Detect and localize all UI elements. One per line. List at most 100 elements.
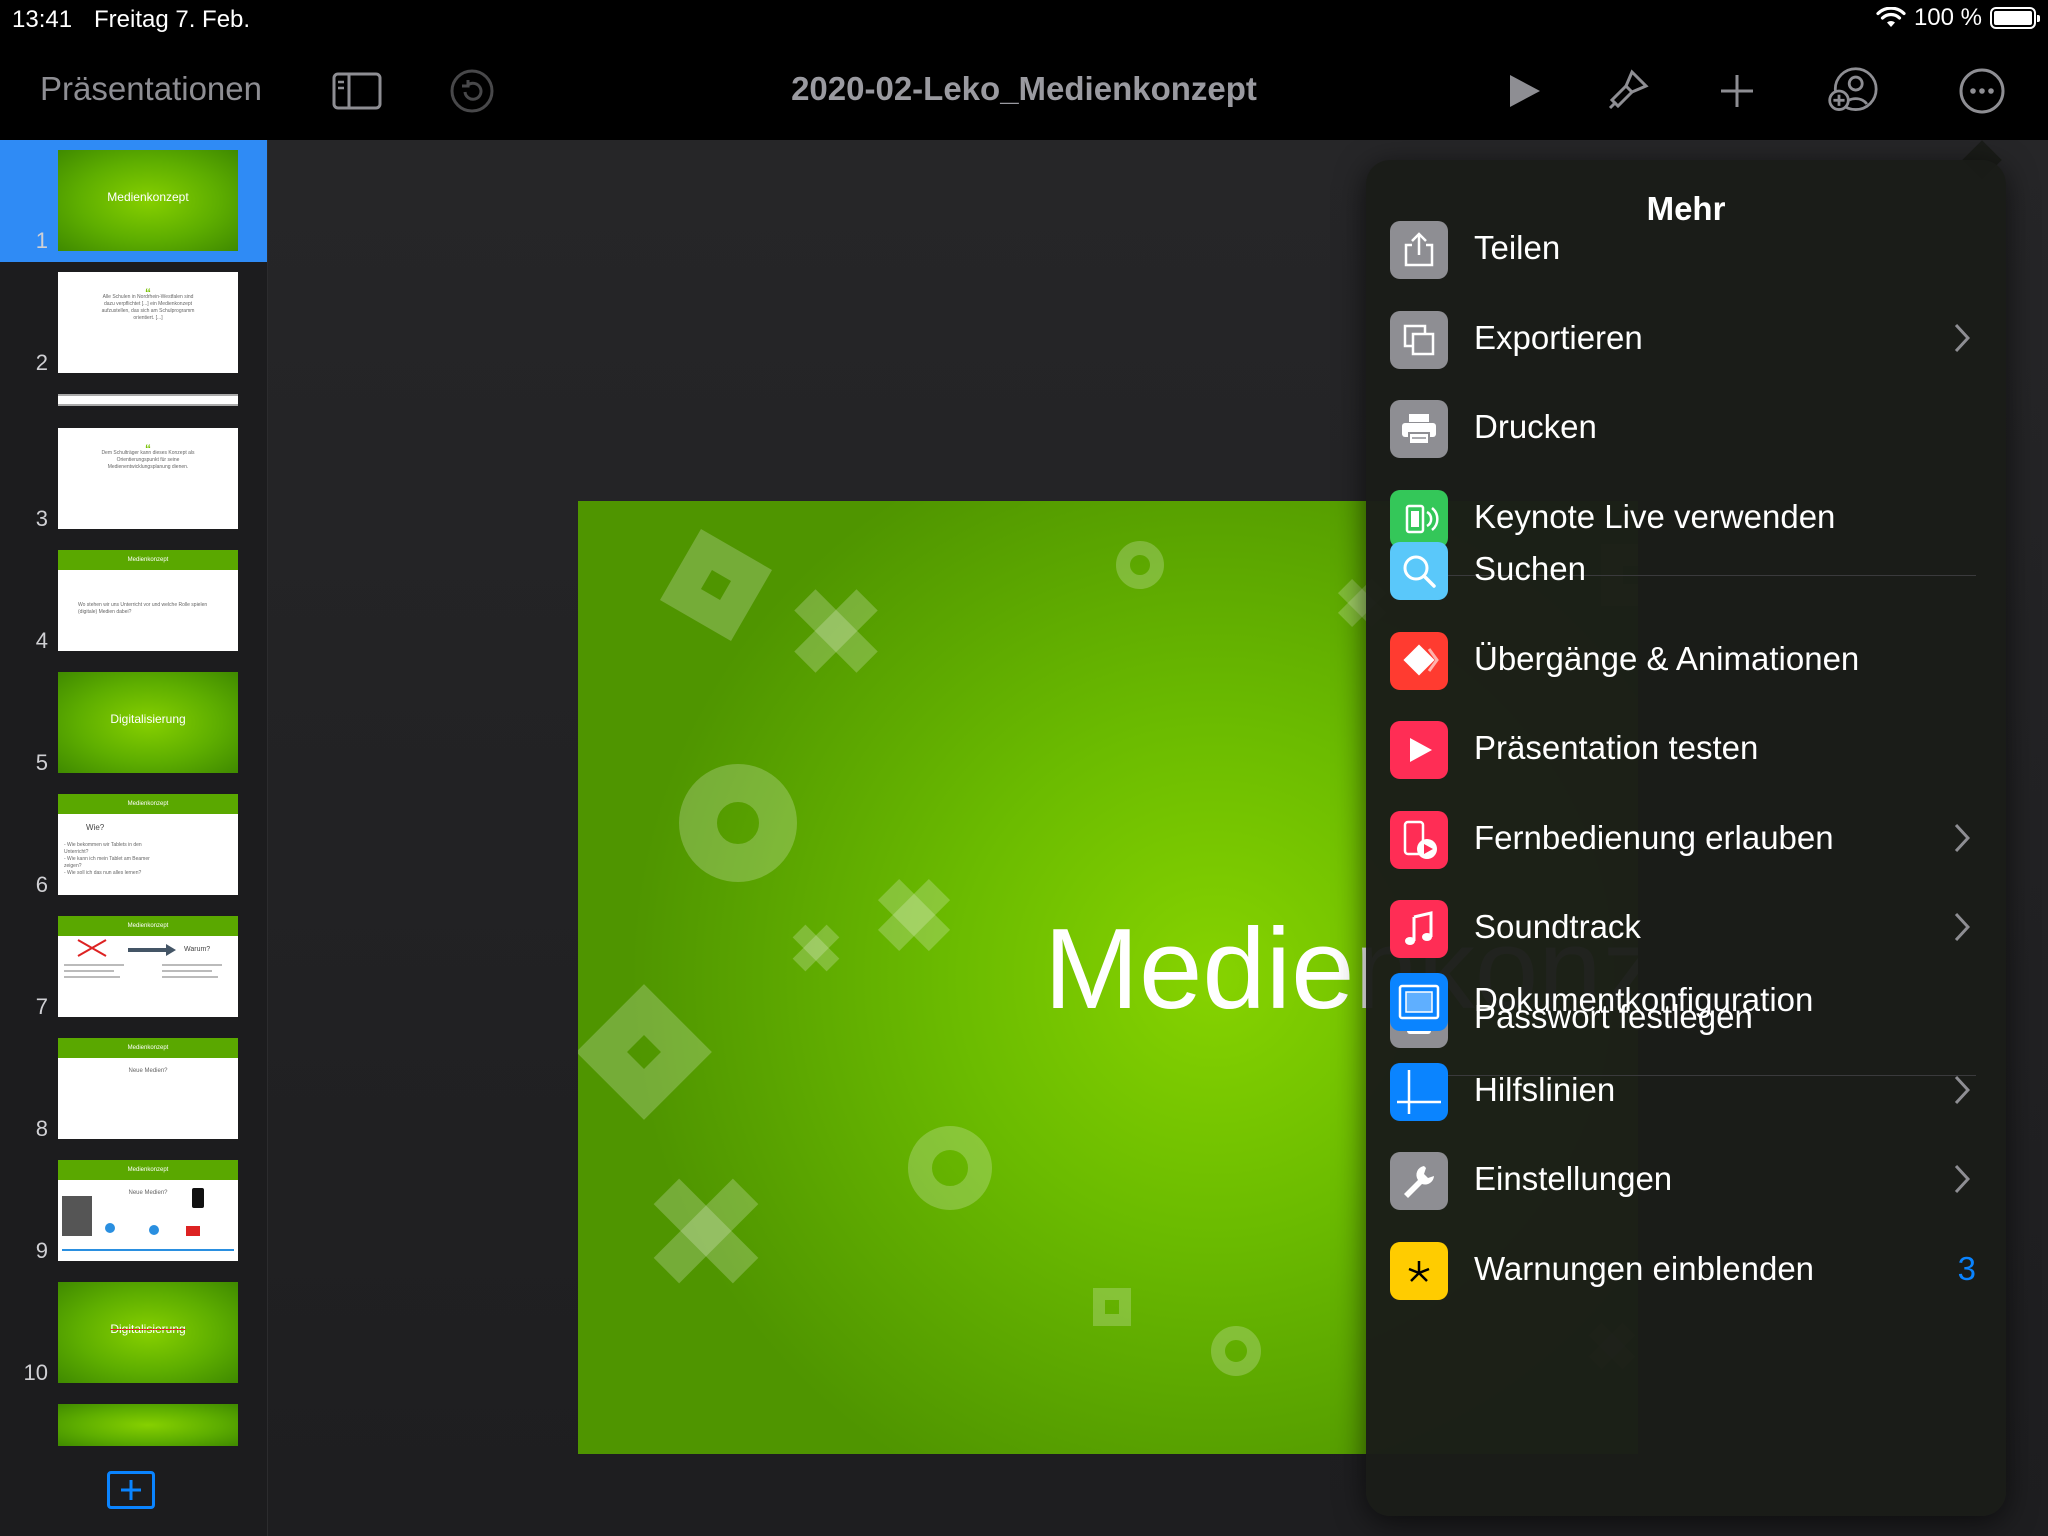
slide-number: 2	[35, 350, 48, 375]
slide-number: 10	[23, 1360, 48, 1385]
share-icon	[1390, 221, 1448, 279]
slide-thumbnail-row[interactable]: “ Dem Schulträger kann dieses Konzept al…	[0, 418, 267, 540]
thumbnail-band-title: Medienkonzept	[127, 801, 169, 807]
slide-thumbnail-row[interactable]: Medienkonzept Warum? 7	[0, 906, 267, 1028]
slide-thumbnail-row[interactable]: Medienkonzept Neue Medien? 8	[0, 1028, 267, 1150]
slide-thumbnail[interactable]: Medienkonzept Wo stehen wir uns Unterric…	[58, 550, 238, 651]
status-bar: 13:41 Freitag 7. Feb. 100 %	[0, 0, 2048, 40]
slide-thumbnail-row[interactable]: Digitalisierung 5	[0, 662, 267, 784]
slide-thumbnail[interactable]: “ Alle Schulen in Nordrhein-Westfalen si…	[58, 272, 238, 373]
thumbnail-header-band: Medienkonzept	[58, 550, 238, 570]
undo-icon[interactable]	[446, 65, 498, 117]
thumbnail-graphic	[64, 939, 222, 978]
thumbnail-text: - Wie bekommen wir Tablets in den Unterr…	[64, 842, 150, 876]
chevron-right-icon	[1954, 323, 1971, 353]
slide-number: 7	[35, 994, 48, 1019]
menu-item-label: Fernbedienung erlauben	[1474, 818, 1834, 856]
slide-thumbnail-partial[interactable]	[58, 1404, 238, 1446]
search-icon	[1390, 542, 1448, 600]
play-presentation-icon[interactable]	[1498, 65, 1550, 117]
slide-thumbnail[interactable]: Medienkonzept	[58, 150, 238, 251]
chevron-right-icon	[1954, 912, 1971, 942]
transitions-icon	[1390, 631, 1448, 690]
slide-number: 3	[35, 506, 48, 531]
add-icon[interactable]	[1711, 65, 1763, 117]
presentations-back-button[interactable]: Präsentationen	[40, 70, 262, 108]
menu-item-übergänge-animationen[interactable]: Übergänge & Animationen	[1366, 616, 2006, 704]
export-icon	[1390, 310, 1448, 369]
guides-icon	[1390, 1062, 1448, 1121]
thumbnail-quote: Alle Schulen in Nordrhein-Westfalen sind…	[101, 294, 195, 321]
more-menu-popover: Mehr Teilen Exportieren Drucken Keynote Liv…	[1366, 160, 2006, 1516]
toolbar: 2020-02-Leko_Medienkonzept Präsentatione…	[0, 40, 2048, 140]
menu-item-label: Übergänge & Animationen	[1474, 639, 1860, 677]
slide-number: 4	[35, 628, 48, 653]
add-slide-button[interactable]	[107, 1471, 155, 1509]
thumbnail-text: Wo stehen wir uns Unterricht vor und wel…	[78, 602, 208, 615]
slide-thumbnail-row[interactable]: Medienkonzept Wo stehen wir uns Unterric…	[0, 540, 267, 662]
menu-item-label: Soundtrack	[1474, 908, 1641, 945]
sidebar-toggle-icon[interactable]	[331, 65, 383, 117]
more-options-icon[interactable]	[1956, 65, 2008, 117]
slide-thumbnail[interactable]: Medienkonzept Neue Medien?	[58, 1160, 238, 1261]
menu-item-hilfslinien[interactable]: Hilfslinien	[1366, 1047, 2006, 1135]
thumbnail-header-band: Medienkonzept	[58, 1038, 238, 1058]
menu-item-label: Einstellungen	[1474, 1160, 1673, 1197]
battery-icon	[1990, 7, 2040, 29]
format-brush-icon[interactable]	[1601, 65, 1653, 117]
warning-icon	[1390, 1241, 1448, 1300]
wifi-icon	[1876, 7, 1906, 27]
slide-number: 6	[35, 872, 48, 897]
plus-icon	[121, 1480, 141, 1500]
menu-item-präsentation-testen[interactable]: Präsentation testen	[1366, 705, 2006, 793]
document-setup-icon	[1390, 973, 1448, 1031]
chevron-right-icon	[1954, 823, 1971, 853]
menu-item-exportieren[interactable]: Exportieren	[1366, 295, 2006, 383]
menu-item-label: Hilfslinien	[1474, 1070, 1616, 1108]
menu-item-label: Suchen	[1474, 550, 1586, 587]
slide-thumbnail[interactable]: Medienkonzept Wie? - Wie bekommen wir Ta…	[58, 794, 238, 895]
collapsed-slide-group[interactable]	[58, 394, 238, 406]
thumbnail-header-band: Medienkonzept	[58, 794, 238, 814]
menu-item-label: Exportieren	[1474, 318, 1643, 356]
slide-thumbnail-row[interactable]: “ Alle Schulen in Nordrhein-Westfalen si…	[0, 262, 267, 384]
slide-thumbnail-row[interactable]: Medienkonzept Neue Medien? 9	[0, 1150, 267, 1272]
slide-thumbnail-row[interactable]: Medienkonzept 1	[0, 140, 267, 262]
play-icon	[1390, 721, 1448, 779]
menu-item-suchen[interactable]: Suchen	[1366, 526, 2006, 614]
thumbnail-heading: Neue Medien?	[128, 1068, 168, 1074]
thumbnail-heading: Warum?	[184, 946, 211, 953]
menu-item-label: Präsentation testen	[1474, 729, 1759, 766]
slide-number: 8	[35, 1116, 48, 1141]
menu-item-label: Warnungen einblenden	[1474, 1249, 1815, 1287]
thumbnail-timeline-graphic	[62, 1188, 234, 1251]
menu-item-label: Drucken	[1474, 408, 1597, 445]
slide-thumbnail[interactable]: Medienkonzept Neue Medien?	[58, 1038, 238, 1139]
slide-number: 9	[35, 1238, 48, 1263]
menu-item-einstellungen[interactable]: Einstellungen	[1366, 1136, 2006, 1224]
thumbnail-title: Medienkonzept	[107, 190, 189, 204]
menu-item-teilen[interactable]: Teilen	[1366, 205, 2006, 293]
menu-item-drucken[interactable]: Drucken	[1366, 384, 2006, 472]
slide-thumbnail[interactable]: Digitalisierung	[58, 672, 238, 773]
battery-percentage: 100 %	[1913, 4, 1982, 31]
menu-item-fernbedienung-erlauben[interactable]: Fernbedienung erlauben	[1366, 795, 2006, 883]
slide-thumbnail[interactable]: “ Dem Schulträger kann dieses Konzept al…	[58, 428, 238, 529]
slide-thumbnail[interactable]: Digitalisierung	[58, 1282, 238, 1383]
status-date: Freitag 7. Feb.	[94, 6, 251, 33]
thumbnail-quote: Dem Schulträger kann dieses Konzept als …	[101, 450, 195, 470]
slide-thumbnail-row[interactable]: Medienkonzept Wie? - Wie bekommen wir Ta…	[0, 784, 267, 906]
status-right: 100 %	[1876, 4, 2040, 32]
menu-item-warnungen-einblenden[interactable]: Warnungen einblenden 3	[1366, 1226, 2006, 1314]
menu-item-dokumentkonfiguration[interactable]: Dokumentkonfiguration	[1366, 957, 2006, 1045]
collaborate-icon[interactable]	[1826, 65, 1878, 117]
thumbnail-heading: Wie?	[86, 823, 105, 832]
slide-thumbnail[interactable]: Medienkonzept Warum?	[58, 916, 238, 1017]
thumbnail-band-title: Medienkonzept	[127, 1045, 169, 1051]
menu-item-label: Teilen	[1474, 229, 1561, 266]
slide-thumbnail-row[interactable]: Digitalisierung 10	[0, 1272, 267, 1394]
thumbnail-title: Digitalisierung	[110, 712, 186, 726]
menu-item-label: Dokumentkonfiguration	[1474, 981, 1814, 1018]
warning-count-badge: 3	[1957, 1249, 1976, 1287]
slide-navigator: Medienkonzept 1 “ Alle Schulen in Nordrh…	[0, 140, 268, 1536]
